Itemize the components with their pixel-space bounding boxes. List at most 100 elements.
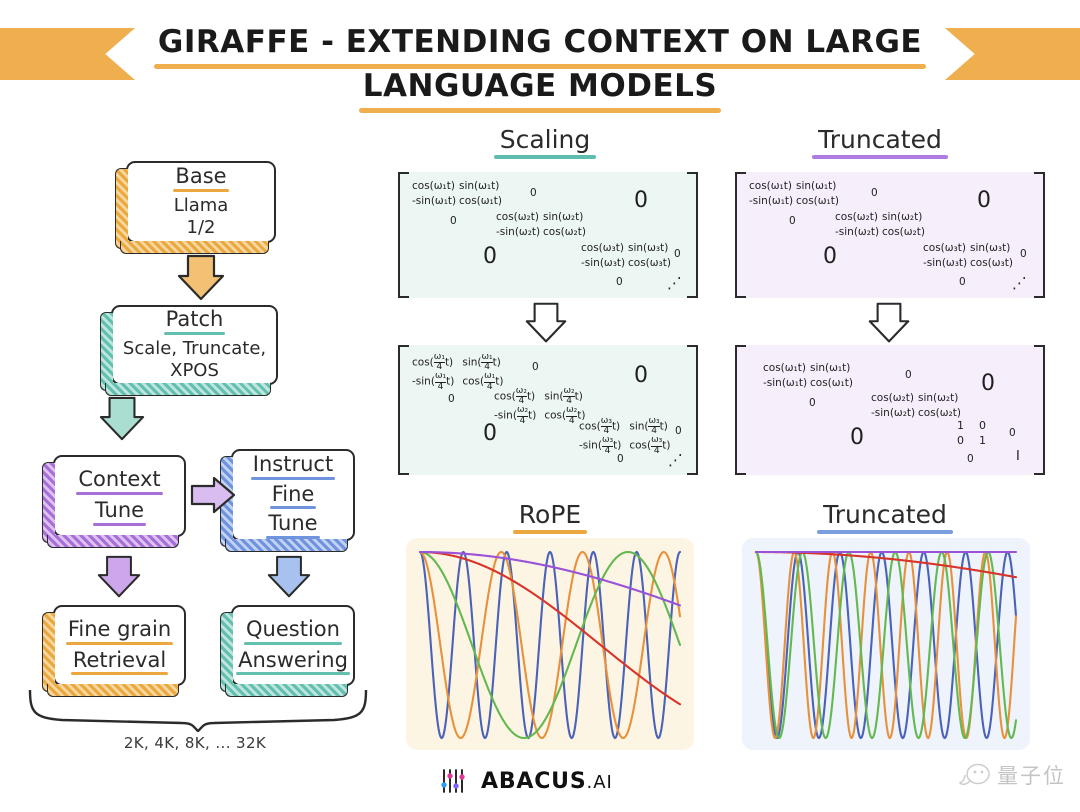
matrix-block-1: cos(ω₁t) sin(ω₁t) -sin(ω₁t) cos(ω₁t) xyxy=(749,180,839,207)
matrix-zero-small: 0 xyxy=(871,187,878,199)
matrix-zero-small: 0 xyxy=(809,397,816,409)
flow-node-patch-sub1: Scale, Truncate, xyxy=(122,337,267,359)
node-bottom-face xyxy=(105,383,271,396)
truncated-plot-svg xyxy=(754,550,1018,740)
matrix-zero-large-upper: 0 xyxy=(977,188,991,213)
flow-node-patch-sub2: XPOS xyxy=(170,360,219,382)
matrix-zero-small: 0 xyxy=(789,215,796,227)
matrix-block-2: cos(ω₂ 4 t) sin(ω₂ 4 t) -sin(ω₂ 4 t) cos(ω₂ 4 t) xyxy=(494,386,586,426)
node-bottom-face xyxy=(47,535,179,548)
page-title-line1: GIRAFFE - EXTENDING CONTEXT ON LARGE xyxy=(153,22,927,69)
node-bottom-face xyxy=(225,539,348,552)
arrow-context-to-instruct xyxy=(190,475,236,515)
rope-plot-svg xyxy=(418,550,682,740)
matrix-identity-symbol: I xyxy=(1016,449,1020,464)
matrix-block-3: cos(ω₃t) sin(ω₃t) -sin(ω₃t) cos(ω₃t) xyxy=(923,242,1013,269)
matrix-diagonal-dots: ⋰ xyxy=(1012,274,1028,292)
title-banner: GIRAFFE - EXTENDING CONTEXT ON LARGE LAN… xyxy=(0,0,1080,113)
matrix-zero-small: 0 xyxy=(616,276,623,288)
bracket-left xyxy=(398,172,411,298)
matrix-zero-small: 0 xyxy=(1020,248,1027,260)
matrix-block-1: cos(ω₁t) sin(ω₁t) -sin(ω₁t) cos(ω₁t) xyxy=(412,180,502,207)
bracket-left xyxy=(735,172,748,298)
flow-node-base-sub1: Llama xyxy=(173,194,229,216)
matrix-zero-small: 0 xyxy=(448,393,455,405)
abacus-ai-logo: ABACUS.AI xyxy=(440,766,613,796)
flow-node-qa-line1: Question xyxy=(244,616,342,644)
speech-bubble-icon xyxy=(958,763,990,786)
matrix-zero-small: 0 xyxy=(1009,427,1016,439)
matrix-zero-large-lower: 0 xyxy=(483,244,497,269)
flow-node-context-tune-line2: Tune xyxy=(92,498,147,526)
node-side-face xyxy=(100,312,113,391)
flow-node-patch[interactable]: Patch Scale, Truncate, XPOS xyxy=(100,305,278,396)
arrow-truncated-transform xyxy=(866,302,912,344)
arrow-scaling-transform xyxy=(523,302,569,344)
matrix-zero-small: 0 xyxy=(967,453,974,465)
abacus-name: ABACUS xyxy=(481,768,587,794)
section-header-rope-plot: RoPE xyxy=(405,500,695,534)
matrix-zero-small: 0 xyxy=(532,361,539,373)
matrix-scaling-transformed: cos(ω₁ 4 t) sin(ω₁ 4 t) -sin(ω₁ 4 t) cos(ω₁ 4 t)… xyxy=(398,345,699,475)
node-side-face xyxy=(42,462,55,543)
arrow-patch-to-context xyxy=(98,396,146,442)
context-lengths-label: 2K, 4K, 8K, ... 32K xyxy=(123,734,267,752)
matrix-zero-small: 0 xyxy=(674,248,681,260)
abacus-suffix: .AI xyxy=(586,771,613,793)
matrix-truncated-transformed: cos(ω₁t) sin(ω₁t) -sin(ω₁t) cos(ω₁t) 0 0 0… xyxy=(735,345,1046,475)
flow-node-retrieval-line2: Retrieval xyxy=(70,647,169,675)
node-side-face xyxy=(220,612,233,692)
matrix-zero-small: 0 xyxy=(530,187,537,199)
ribbon-right-decoration xyxy=(945,28,1080,80)
flow-node-instruct-fine-tune[interactable]: Instruct Fine Tune xyxy=(220,449,355,552)
abacus-wordmark: ABACUS.AI xyxy=(481,769,613,794)
page-title-line2: LANGUAGE MODELS xyxy=(358,66,722,113)
matrix-diagonal-dots: ⋰ xyxy=(667,274,683,292)
page-title: GIRAFFE - EXTENDING CONTEXT ON LARGE LAN… xyxy=(140,22,940,113)
section-header-truncated-matrix: Truncated xyxy=(735,125,1025,159)
section-header-truncated-plot: Truncated xyxy=(740,500,1030,534)
matrix-zero-small: 0 xyxy=(617,453,624,465)
matrix-zero-small: 0 xyxy=(675,425,682,437)
flow-node-base[interactable]: Base Llama 1/2 xyxy=(115,161,276,254)
flow-node-qa-line2: Answering xyxy=(236,647,350,675)
flow-node-patch-title: Patch xyxy=(163,307,226,335)
matrix-block-3: cos(ω₃t) sin(ω₃t) -sin(ω₃t) cos(ω₃t) xyxy=(581,242,671,269)
bracket-left xyxy=(735,345,748,475)
watermark-label: 量子位 xyxy=(997,764,1066,788)
flow-node-base-title: Base xyxy=(173,164,229,192)
node-bottom-face xyxy=(225,684,348,697)
qbitai-watermark: 量子位 xyxy=(958,760,1066,790)
section-header-scaling: Scaling xyxy=(400,125,690,159)
arrow-context-to-retrieval xyxy=(96,555,142,599)
chart-rope-frequencies xyxy=(406,538,694,750)
abacus-icon xyxy=(441,769,465,793)
arrow-base-to-patch xyxy=(176,254,226,302)
node-side-face xyxy=(42,612,55,692)
arrow-instruct-to-qa xyxy=(266,555,312,599)
flow-node-instruct-line2: Fine xyxy=(269,481,316,509)
flow-node-base-sub2: 1/2 xyxy=(186,217,216,239)
flow-node-fine-grain-retrieval[interactable]: Fine grain Retrieval xyxy=(42,605,186,697)
matrix-zero-small: 0 xyxy=(450,215,457,227)
node-side-face xyxy=(115,168,128,249)
matrix-truncated-original: cos(ω₁t) sin(ω₁t) -sin(ω₁t) cos(ω₁t) 0 0 0… xyxy=(735,172,1046,298)
matrix-block-2: cos(ω₂t) sin(ω₂t) -sin(ω₂t) cos(ω₂t) xyxy=(835,211,925,238)
chart-series-line xyxy=(418,550,682,740)
flow-node-context-tune[interactable]: Context Tune xyxy=(42,455,186,548)
bracket-left xyxy=(398,345,411,475)
flow-node-context-tune-line1: Context xyxy=(76,467,163,495)
matrix-zero-large-upper: 0 xyxy=(981,371,995,396)
matrix-block-1: cos(ω₁t) sin(ω₁t) -sin(ω₁t) cos(ω₁t) xyxy=(763,362,853,389)
matrix-block-2: cos(ω₂t) sin(ω₂t) -sin(ω₂t) cos(ω₂t) xyxy=(496,211,586,238)
flow-node-instruct-line3: Tune xyxy=(266,511,320,539)
flow-node-question-answering[interactable]: Question Answering xyxy=(220,605,355,697)
matrix-zero-large-lower: 0 xyxy=(483,421,497,446)
matrix-block-2: cos(ω₂t) sin(ω₂t) -sin(ω₂t) cos(ω₂t) xyxy=(871,392,961,419)
matrix-zero-large-upper: 0 xyxy=(634,188,648,213)
bracket-right xyxy=(685,172,699,298)
pipeline-flowchart: Base Llama 1/2 Patch Scale, Truncate, XP… xyxy=(0,112,390,812)
flow-node-instruct-line1: Instruct xyxy=(250,452,336,480)
matrix-diagonal-dots: ⋰ xyxy=(668,451,684,469)
flow-node-retrieval-line1: Fine grain xyxy=(65,616,174,644)
